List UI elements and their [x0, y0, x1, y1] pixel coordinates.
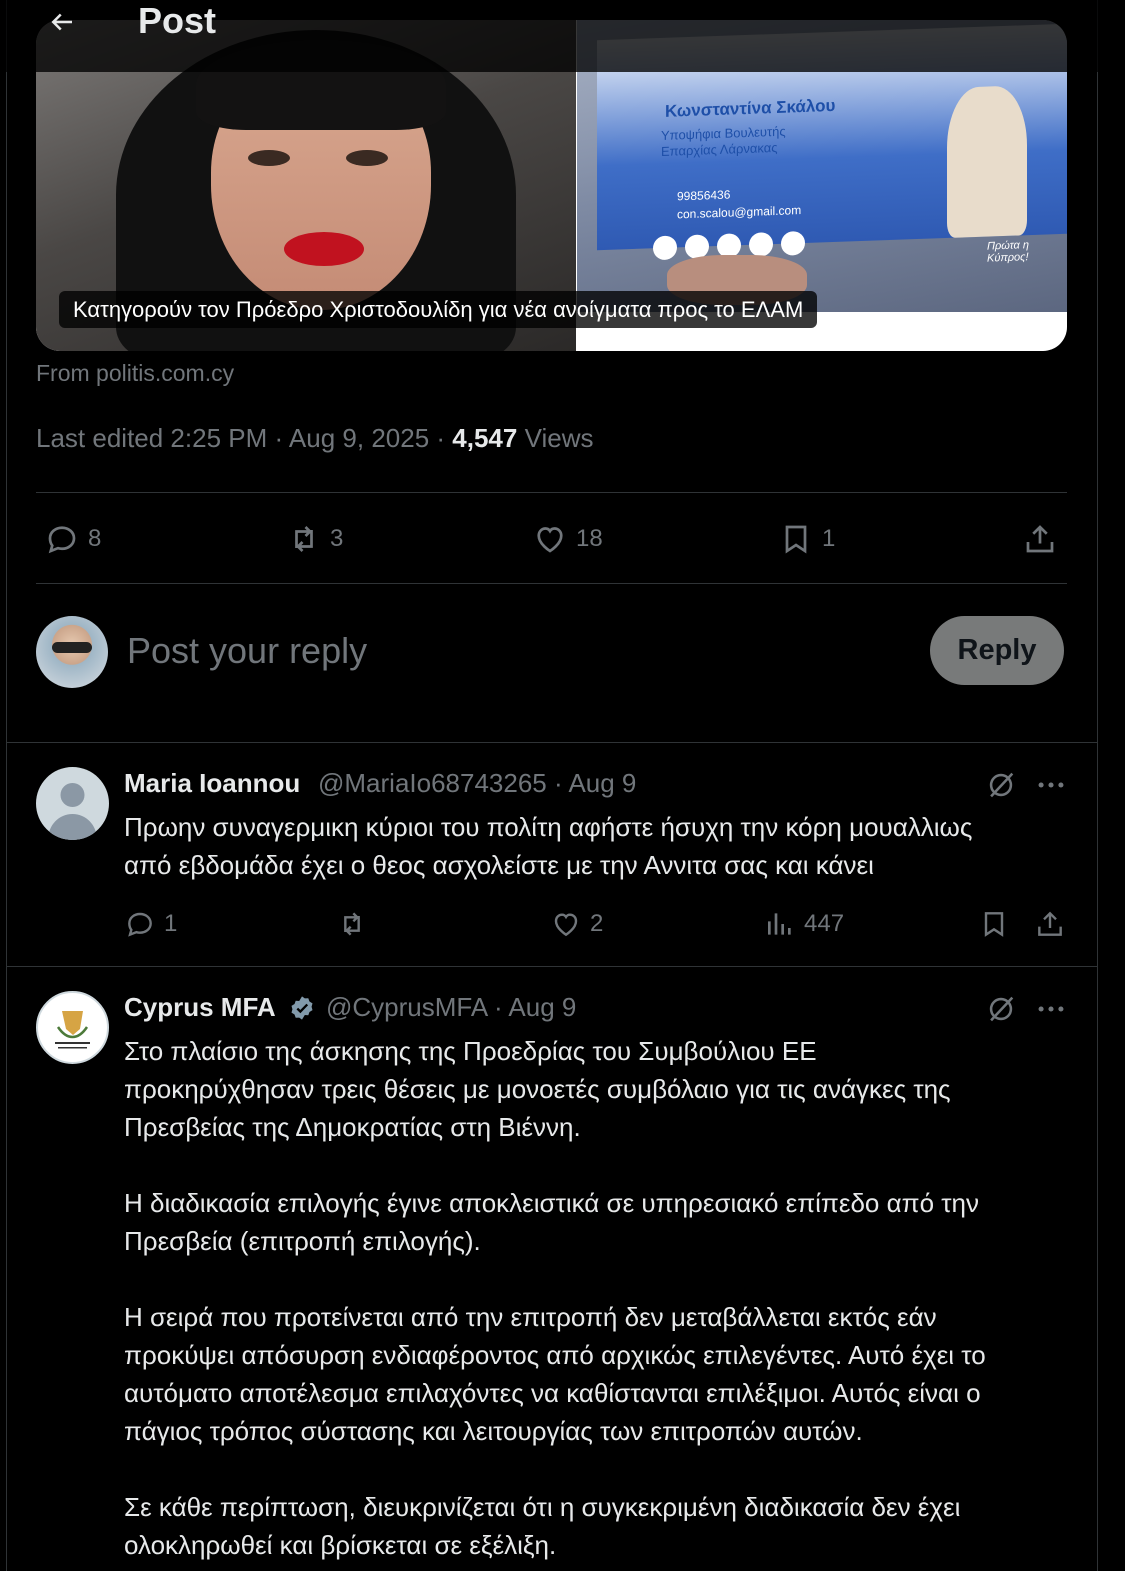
divider	[6, 742, 1098, 743]
more-options-icon[interactable]	[1034, 768, 1068, 802]
reply-action[interactable]: 1	[124, 904, 177, 944]
share-action[interactable]	[1034, 904, 1066, 944]
repost-count: 3	[330, 525, 344, 552]
avatar-maria-ioannou[interactable]	[36, 767, 109, 840]
card-caption[interactable]: Κατηγορούν τον Πρόεδρο Χριστοδουλίδη για…	[59, 291, 818, 328]
views-label: Views	[517, 423, 594, 453]
back-button[interactable]	[36, 2, 88, 42]
bookmark-icon	[785, 525, 807, 554]
divider	[36, 492, 1067, 493]
reply-count: 1	[164, 910, 178, 937]
post-text: Στο πλαίσιο της άσκησης της Προεδρίας το…	[124, 1036, 986, 1560]
reply-button[interactable]: Reply	[930, 616, 1064, 685]
reply-icon	[48, 526, 76, 554]
repost-icon	[295, 526, 313, 552]
post-text: Πρωην συναγερμικη κύριοι του πολίτη αφήσ…	[124, 812, 973, 880]
views-count: 447	[804, 910, 845, 937]
share-icon	[1038, 911, 1062, 936]
current-user-avatar[interactable]	[36, 616, 108, 688]
coat-of-arms-icon	[55, 1011, 90, 1049]
top-bar: Post	[6, 0, 1098, 72]
repost-action[interactable]	[336, 904, 376, 944]
heart-icon	[554, 913, 578, 937]
businesscard-email: con.scalou@gmail.com	[677, 203, 802, 222]
share-icon	[1026, 525, 1054, 553]
reply-input[interactable]: Post your reply	[127, 626, 367, 676]
bookmark-count: 1	[822, 525, 836, 552]
like-action[interactable]: 2	[550, 904, 603, 944]
post-meta: Last edited 2:25 PM · Aug 9, 2025 · 4,54…	[36, 423, 593, 454]
share-action[interactable]	[1022, 517, 1058, 561]
businesscard-slogan: Πρώτα η Κύπρος!	[987, 239, 1029, 265]
analytics-icon	[768, 913, 791, 935]
businesscard-phone: 99856436	[677, 187, 731, 204]
bookmark-action[interactable]	[978, 904, 1010, 944]
grok-icon[interactable]	[984, 992, 1018, 1026]
businesscard-name: Κωνσταντίνα Σκάλου	[665, 95, 836, 121]
card-source[interactable]: From politis.com.cy	[36, 360, 234, 387]
repost-icon	[344, 912, 360, 936]
page-title: Post	[138, 0, 217, 41]
views-action[interactable]: 447	[764, 904, 844, 944]
businesscard-line2: Επαρχίας Λάρνακας	[661, 139, 778, 159]
like-count: 2	[590, 910, 604, 937]
author-handle[interactable]: @CyprusMFA · Aug 9	[326, 992, 576, 1023]
reply-icon	[128, 912, 152, 937]
arrow-left-icon	[51, 13, 72, 31]
bookmark-action[interactable]: 1	[778, 517, 835, 561]
views-count: 4,547	[452, 423, 518, 453]
verified-badge-icon	[288, 994, 316, 1022]
author-handle[interactable]: @MariaIo68743265 · Aug 9	[318, 768, 636, 799]
reply-action[interactable]: 8	[44, 517, 101, 561]
author-name[interactable]: Maria Ioannou	[124, 768, 300, 799]
author-name[interactable]: Cyprus MFA	[124, 992, 276, 1023]
bookmark-icon	[984, 912, 1004, 937]
default-profile-icon	[48, 783, 97, 840]
like-action[interactable]: 18	[532, 517, 603, 561]
heart-icon	[537, 527, 563, 553]
repost-action[interactable]: 3	[286, 517, 343, 561]
divider	[6, 966, 1098, 967]
avatar-cyprus-mfa[interactable]	[36, 991, 109, 1064]
more-options-icon[interactable]	[1034, 992, 1068, 1026]
like-count: 18	[576, 525, 603, 552]
reply-count: 8	[88, 525, 102, 552]
divider	[36, 583, 1067, 584]
edited-timestamp[interactable]: Last edited 2:25 PM · Aug 9, 2025 ·	[36, 423, 452, 453]
grok-icon[interactable]	[984, 768, 1018, 802]
